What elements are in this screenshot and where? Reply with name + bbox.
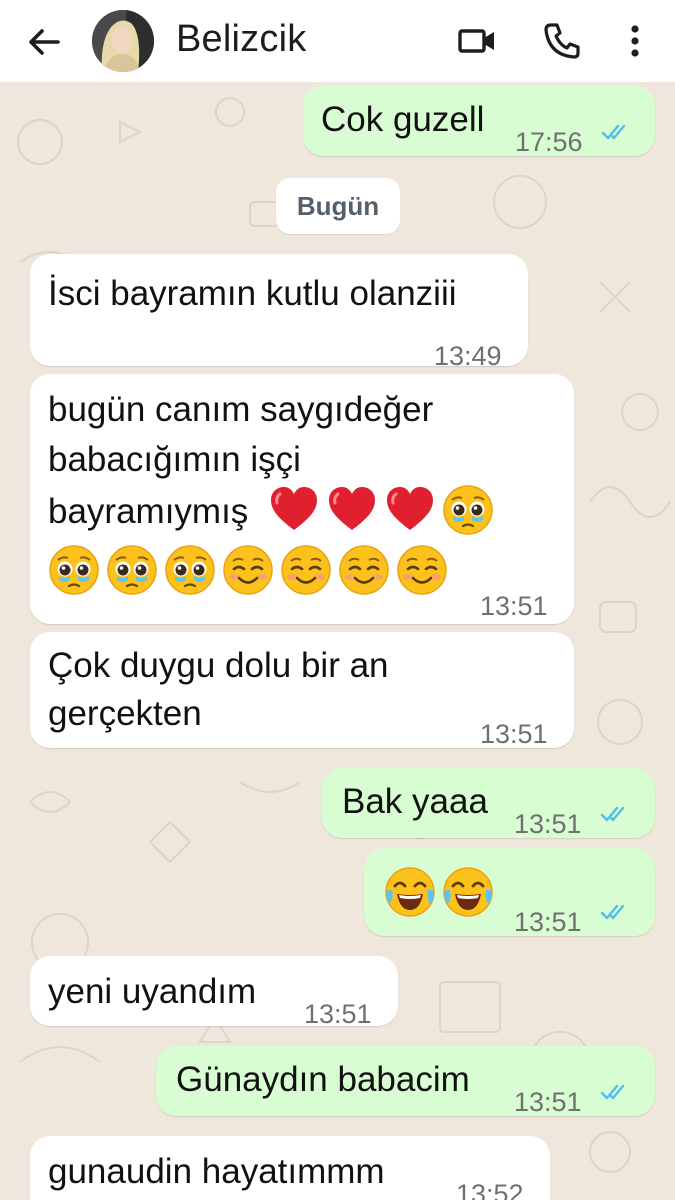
message-time: 13:51 [304,999,372,1029]
pleading-face-icon [48,544,100,596]
pleading-face-icon [164,544,216,596]
chat-header: Belizcik [0,0,675,82]
message-text: Günaydın babacim [176,1060,470,1099]
message-time: 13:51 [514,1087,582,1117]
message-bubble-outgoing[interactable]: 13:51 [364,848,655,937]
message-text: gunaudin hayatımmm [48,1152,385,1191]
smiling-face-icon [396,544,448,596]
message-text: yeni uyandım [48,972,257,1011]
pleading-face-icon [106,544,158,596]
message-text-line: Çok duygu dolu bir an [48,646,389,685]
message-time: 13:51 [514,809,582,839]
message-time: 17:56 [515,127,583,157]
read-ticks-icon [600,1082,630,1102]
red-heart-icon [326,484,378,536]
more-vert-icon[interactable] [614,20,656,62]
message-bubble-outgoing[interactable]: Cok guzell 17:56 [303,86,655,157]
message-text-line: bugün canım saygıdeğer [48,390,434,429]
contact-name[interactable]: Belizcik [176,18,306,61]
read-ticks-icon [600,804,630,824]
pleading-face-icon [442,484,494,536]
message-text-line: babacığımın işçi [48,440,301,479]
message-time: 13:51 [480,591,548,621]
message-text-line: gerçekten [48,694,202,733]
tears-of-joy-icon [442,866,494,918]
message-text-line: bayramıymış [48,492,249,531]
message-bubble-incoming[interactable]: İsci bayramın kutlu olanziii 13:49 [30,254,528,371]
red-heart-icon [384,484,436,536]
chat-area[interactable]: Cok guzell 17:56 Bugün İsci bayramın kut… [0,82,675,1200]
message-bubble-incoming[interactable]: bugün canım saygıdeğer babacığımın işçi … [30,374,574,624]
smiling-face-icon [222,544,274,596]
avatar[interactable] [92,10,154,72]
message-bubble-outgoing[interactable]: Günaydın babacim 13:51 [156,1046,655,1117]
date-divider: Bugün [276,178,400,234]
video-call-icon[interactable] [456,20,498,62]
avatar-photo [92,10,154,72]
message-time: 13:51 [480,719,548,749]
message-time: 13:51 [514,907,582,937]
phone-icon[interactable] [541,20,583,62]
message-bubble-outgoing[interactable]: Bak yaaa 13:51 [322,768,655,839]
message-time: 13:52 [456,1179,524,1200]
emoji-row [384,866,494,918]
message-text: Bak yaaa [342,782,488,821]
message-bubble-incoming[interactable]: Çok duygu dolu bir an gerçekten 13:51 [30,632,574,749]
smiling-face-icon [280,544,332,596]
emoji-row [48,544,448,596]
message-bubble-incoming[interactable]: yeni uyandım 13:51 [30,956,398,1029]
message-text: Cok guzell [321,100,485,139]
read-ticks-icon [601,122,631,142]
read-ticks-icon [600,902,630,922]
message-text: İsci bayramın kutlu olanziii [48,274,457,313]
emoji-row [268,484,494,536]
tears-of-joy-icon [384,866,436,918]
message-bubble-incoming[interactable]: gunaudin hayatımmm 13:52 [30,1136,550,1200]
smiling-face-icon [338,544,390,596]
back-arrow-icon[interactable] [24,22,64,62]
red-heart-icon [268,484,320,536]
